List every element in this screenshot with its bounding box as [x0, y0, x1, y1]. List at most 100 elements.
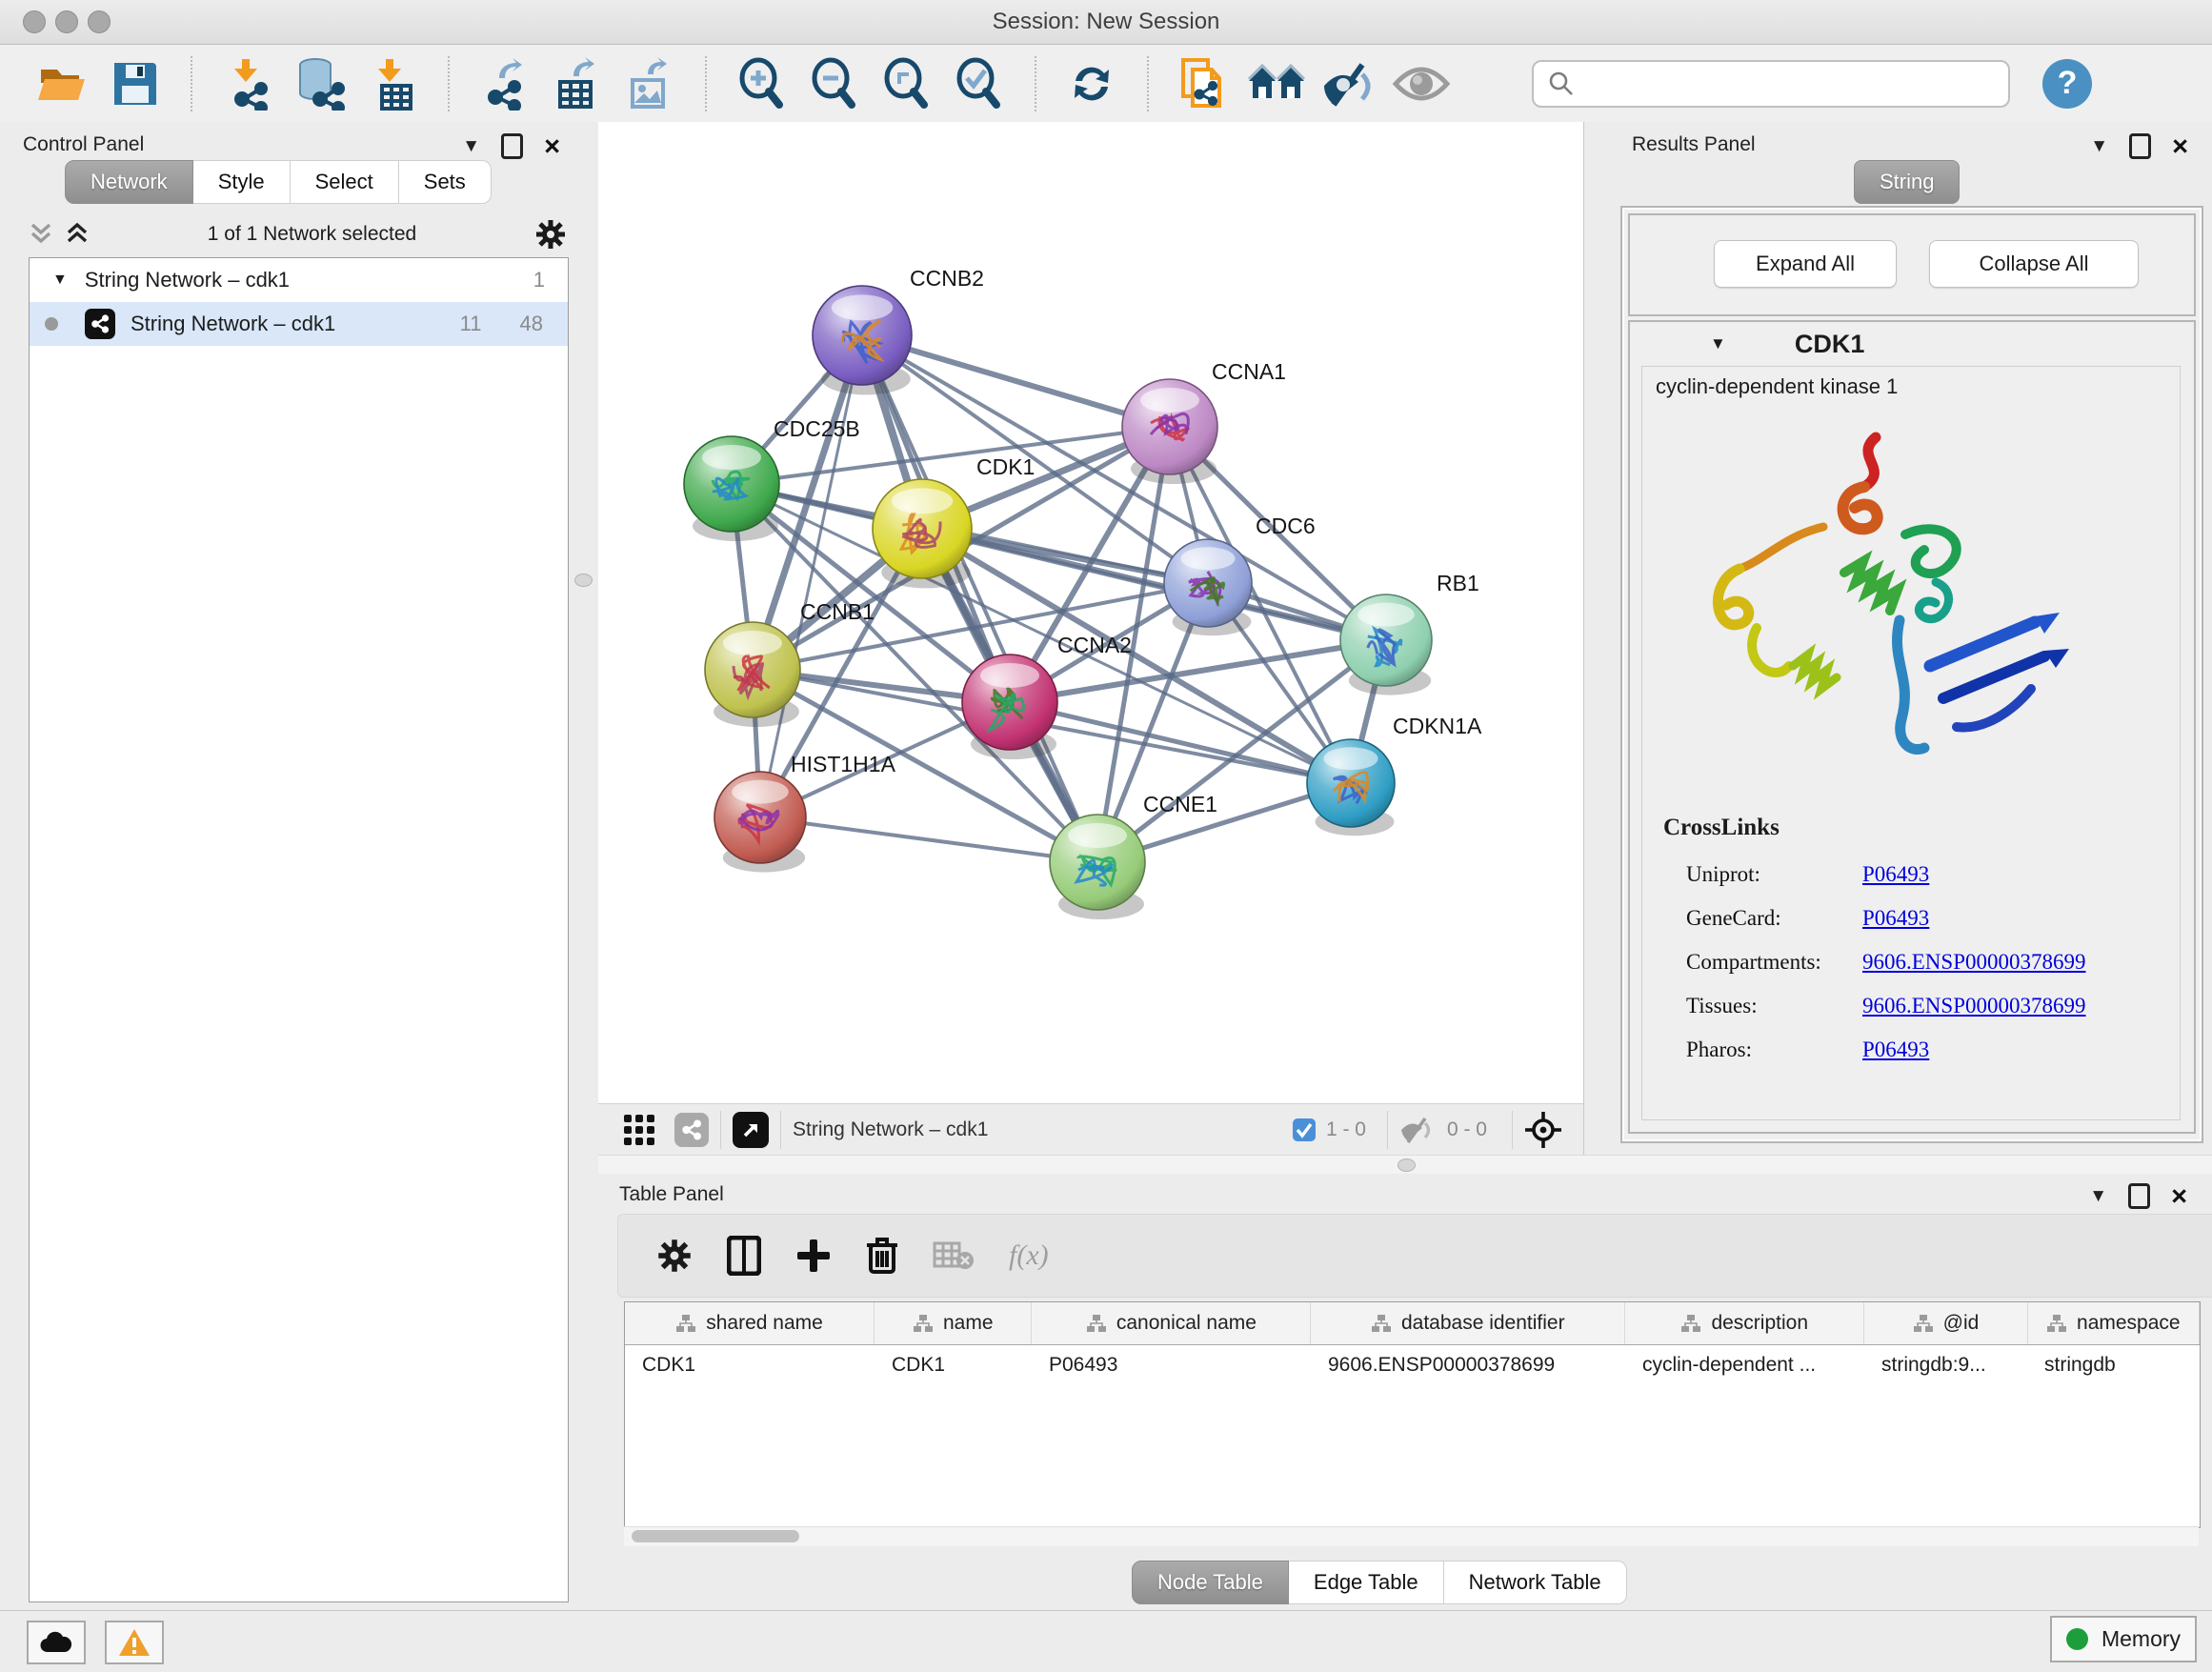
- import-table-file-icon[interactable]: [356, 53, 429, 114]
- cloud-button[interactable]: [27, 1621, 86, 1664]
- hide-panels-eye-slash-icon[interactable]: [1313, 53, 1385, 114]
- selected-checkbox-icon[interactable]: [1292, 1118, 1317, 1142]
- show-all-panels-icon[interactable]: [1240, 53, 1313, 114]
- export-table-icon[interactable]: [541, 53, 613, 114]
- import-network-database-icon[interactable]: [284, 53, 356, 114]
- zoom-selected-icon[interactable]: [943, 53, 1016, 114]
- panel-collapse-icon[interactable]: ▼: [2090, 136, 2108, 157]
- memory-button[interactable]: Memory: [2050, 1616, 2197, 1662]
- panel-collapse-icon[interactable]: ▼: [2089, 1186, 2107, 1207]
- node-gloss-highlight: [702, 445, 761, 470]
- network-status-dot: [45, 317, 58, 331]
- column-header-database-identifier[interactable]: database identifier: [1311, 1302, 1625, 1344]
- export-image-icon[interactable]: [613, 53, 686, 114]
- network-graph[interactable]: CCNB2CCNA1CDC25BCDK1CDC6RB1CCNB1CCNA2CDK…: [598, 122, 1583, 1103]
- results-panel-title: Results Panel: [1632, 133, 1756, 155]
- table-cell[interactable]: stringdb:9...: [1864, 1345, 2027, 1385]
- table-cell[interactable]: CDK1: [625, 1345, 875, 1385]
- node-label-CCNA1: CCNA1: [1212, 359, 1286, 384]
- network-view-title: String Network – cdk1: [793, 1118, 988, 1141]
- column-header--id[interactable]: @id: [1864, 1302, 2027, 1344]
- table-cell[interactable]: 9606.ENSP00000378699: [1311, 1345, 1625, 1385]
- edge-CCNB2-CCNE1[interactable]: [862, 335, 1097, 862]
- table-hscrollbar-thumb[interactable]: [632, 1530, 799, 1542]
- column-header-namespace[interactable]: namespace: [2028, 1302, 2200, 1344]
- collapse-all-chevron-icon[interactable]: [29, 221, 53, 248]
- horizontal-splitter[interactable]: [598, 1155, 2212, 1176]
- network-share-view-icon[interactable]: [674, 1113, 709, 1147]
- toolbar-separator: [1387, 1111, 1388, 1149]
- column-header-name[interactable]: name: [875, 1302, 1032, 1344]
- section-collapse-triangle-icon[interactable]: ▼: [1710, 334, 1726, 353]
- node-gloss-highlight: [832, 294, 893, 320]
- tab-network[interactable]: Network: [65, 160, 193, 204]
- table-row[interactable]: CDK1CDK1P064939606.ENSP00000378699cyclin…: [625, 1345, 2200, 1385]
- node-label-HIST1H1A: HIST1H1A: [791, 752, 896, 776]
- crosslink-compartments-[interactable]: 9606.ENSP00000378699: [1862, 950, 2086, 975]
- tab-node-table[interactable]: Node Table: [1132, 1561, 1289, 1604]
- protein-name: CDK1: [1795, 330, 1865, 359]
- table-cell[interactable]: cyclin-dependent ...: [1625, 1345, 1864, 1385]
- open-file-button[interactable]: [27, 53, 99, 114]
- zoom-fit-icon[interactable]: [871, 53, 943, 114]
- network-list: ▼ String Network – cdk1 1 String Network…: [29, 257, 569, 1602]
- import-network-file-icon[interactable]: [211, 53, 284, 114]
- export-network-icon[interactable]: [469, 53, 541, 114]
- protein-section-header[interactable]: ▼ CDK1: [1630, 322, 2194, 366]
- horizontal-splitter-handle[interactable]: [1398, 1158, 1416, 1172]
- crosslink-genecard-[interactable]: P06493: [1862, 906, 1929, 931]
- zoom-out-icon[interactable]: [798, 53, 871, 114]
- column-header-description[interactable]: description: [1625, 1302, 1864, 1344]
- crosslink-row: Tissues:9606.ENSP00000378699: [1686, 984, 2162, 1028]
- expand-all-button[interactable]: Expand All: [1714, 240, 1897, 288]
- table-hscrollbar[interactable]: [624, 1526, 2199, 1546]
- panel-float-icon[interactable]: [2129, 133, 2151, 159]
- search-input[interactable]: [1585, 64, 2008, 104]
- network-collection-row[interactable]: ▼ String Network – cdk1 1: [30, 258, 568, 302]
- tab-edge-table[interactable]: Edge Table: [1289, 1561, 1444, 1604]
- edge-HIST1H1A-CCNE1[interactable]: [760, 817, 1097, 862]
- expand-all-chevron-icon[interactable]: [65, 221, 90, 248]
- collapse-all-button[interactable]: Collapse All: [1929, 240, 2139, 288]
- panel-float-icon[interactable]: [501, 133, 523, 159]
- panel-close-icon[interactable]: ×: [544, 137, 560, 156]
- panel-float-icon[interactable]: [2128, 1183, 2150, 1209]
- column-header-shared-name[interactable]: shared name: [625, 1302, 875, 1344]
- tab-sets[interactable]: Sets: [399, 160, 492, 204]
- panel-close-icon[interactable]: ×: [2172, 137, 2188, 156]
- table-options-gear-icon[interactable]: [656, 1238, 693, 1274]
- table-cell[interactable]: P06493: [1032, 1345, 1311, 1385]
- crosslink-uniprot-[interactable]: P06493: [1862, 862, 1929, 887]
- save-session-button[interactable]: [99, 53, 171, 114]
- birdseye-view-icon[interactable]: [1524, 1111, 1562, 1149]
- table-cell[interactable]: CDK1: [875, 1345, 1032, 1385]
- column-header-canonical-name[interactable]: canonical name: [1032, 1302, 1311, 1344]
- left-splitter-handle[interactable]: [574, 574, 593, 587]
- network-options-gear-icon[interactable]: [534, 218, 567, 251]
- crosslink-pharos-[interactable]: P06493: [1862, 1037, 1929, 1062]
- zoom-in-icon[interactable]: [726, 53, 798, 114]
- clone-network-icon[interactable]: [1168, 53, 1240, 114]
- show-panels-eye-icon[interactable]: [1385, 53, 1458, 114]
- delete-column-trash-icon[interactable]: [866, 1236, 898, 1276]
- open-in-window-icon[interactable]: [733, 1112, 769, 1148]
- tab-style[interactable]: Style: [193, 160, 291, 204]
- grid-view-icon[interactable]: [623, 1114, 655, 1146]
- tab-select[interactable]: Select: [291, 160, 399, 204]
- tab-network-table[interactable]: Network Table: [1444, 1561, 1627, 1604]
- panel-collapse-icon[interactable]: ▼: [462, 136, 480, 157]
- show-columns-icon[interactable]: [727, 1236, 761, 1276]
- create-column-plus-icon[interactable]: [795, 1238, 832, 1274]
- crosslink-row: Pharos:P06493: [1686, 1028, 2162, 1072]
- table-cell[interactable]: stringdb: [2027, 1345, 2199, 1385]
- collection-expand-triangle-icon[interactable]: ▼: [52, 272, 68, 289]
- refresh-view-icon[interactable]: [1056, 53, 1128, 114]
- crosslink-tissues-[interactable]: 9606.ENSP00000378699: [1862, 994, 2086, 1018]
- search-field[interactable]: [1532, 60, 2010, 108]
- panel-close-icon[interactable]: ×: [2171, 1187, 2187, 1206]
- network-canvas[interactable]: CCNB2CCNA1CDC25BCDK1CDC6RB1CCNB1CCNA2CDK…: [598, 122, 1583, 1103]
- help-button[interactable]: ?: [2042, 59, 2092, 109]
- warning-button[interactable]: [105, 1621, 164, 1664]
- network-row[interactable]: String Network – cdk1 11 48: [30, 302, 568, 346]
- tab-string[interactable]: String: [1854, 160, 1960, 204]
